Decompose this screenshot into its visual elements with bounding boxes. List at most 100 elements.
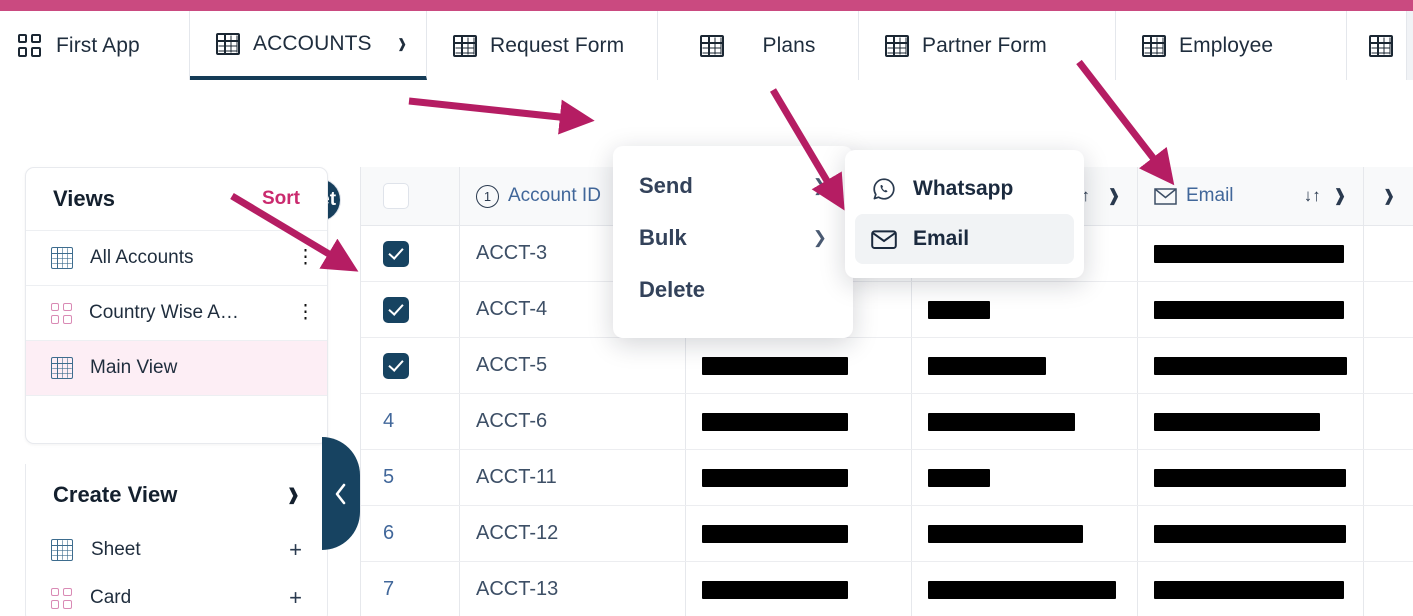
- row-select-cell[interactable]: 4: [361, 394, 460, 449]
- tab-plans[interactable]: Plans: [658, 11, 859, 80]
- cell-col-b[interactable]: [686, 394, 912, 449]
- card-view-icon: [51, 302, 72, 324]
- cell-email[interactable]: [1138, 338, 1364, 393]
- cell-col-e[interactable]: [1364, 394, 1413, 449]
- tab-plans-label: Plans: [762, 33, 816, 57]
- cell-col-e[interactable]: [1364, 562, 1413, 616]
- cell-col-b[interactable]: [686, 506, 912, 561]
- create-view-card[interactable]: Card +: [26, 574, 327, 616]
- menu-item-delete[interactable]: Delete: [613, 264, 853, 316]
- sidebar-item-all-accounts[interactable]: All Accounts ⋮: [26, 231, 327, 286]
- table-icon: [453, 34, 477, 57]
- app-root: First App ACCOUNTS ❱ Request Form Plans …: [0, 0, 1413, 616]
- chevron-down-icon[interactable]: ❱: [1382, 186, 1395, 206]
- row-checkbox[interactable]: [383, 240, 409, 267]
- row-select-cell[interactable]: [361, 226, 460, 281]
- cell-col-e[interactable]: [1364, 338, 1413, 393]
- chevron-down-icon[interactable]: ❱: [1333, 186, 1347, 206]
- select-all-checkbox[interactable]: [383, 183, 409, 209]
- numbered-field-icon: 1: [476, 184, 499, 208]
- cell-email[interactable]: [1138, 562, 1364, 616]
- cell-col-c[interactable]: [912, 338, 1138, 393]
- table-row[interactable]: 7 ACCT-13: [361, 562, 1413, 616]
- redacted-value: [1154, 468, 1346, 487]
- cell-col-c[interactable]: [912, 450, 1138, 505]
- cell-col-e[interactable]: [1364, 282, 1413, 337]
- app-name-label: First App: [56, 33, 140, 57]
- cell-col-e[interactable]: [1364, 450, 1413, 505]
- row-select-cell[interactable]: [361, 282, 460, 337]
- sidebar-item-label: Main View: [90, 357, 178, 378]
- cell-account-id[interactable]: ACCT-6: [460, 394, 686, 449]
- chevron-left-icon: [332, 481, 350, 507]
- grid-col-email[interactable]: Email ↓↑ ❱: [1138, 167, 1364, 225]
- cell-email[interactable]: [1138, 450, 1364, 505]
- chevron-down-icon[interactable]: ❱: [287, 485, 300, 505]
- table-row[interactable]: 5 ACCT-11: [361, 450, 1413, 506]
- tab-request-form[interactable]: Request Form: [427, 11, 658, 80]
- sort-icon[interactable]: ↓↑ ❱: [1304, 186, 1347, 206]
- tab-accounts[interactable]: ACCOUNTS ❱: [190, 11, 427, 80]
- row-checkbox[interactable]: [383, 296, 409, 323]
- cell-col-c[interactable]: [912, 506, 1138, 561]
- tab-partner-form[interactable]: Partner Form: [859, 11, 1116, 80]
- row-number: 4: [383, 410, 395, 432]
- submenu-item-whatsapp[interactable]: Whatsapp: [855, 164, 1074, 214]
- plus-icon[interactable]: +: [289, 537, 302, 563]
- sidebar-item-country-wise[interactable]: Country Wise A… ⋮: [26, 286, 327, 341]
- row-select-cell[interactable]: [361, 338, 460, 393]
- cell-account-id[interactable]: ACCT-12: [460, 506, 686, 561]
- sidebar-item-main-view[interactable]: Main View: [26, 341, 327, 396]
- create-view-title: Create View: [53, 482, 178, 507]
- kebab-menu-icon[interactable]: ⋮: [296, 248, 315, 267]
- tab-next-partial[interactable]: [1347, 11, 1407, 80]
- table-row[interactable]: 4 ACCT-6: [361, 394, 1413, 450]
- plus-icon[interactable]: +: [289, 585, 302, 611]
- table-icon: [700, 34, 725, 57]
- row-select-cell[interactable]: 6: [361, 506, 460, 561]
- redacted-value: [928, 356, 1046, 375]
- redacted-value: [702, 524, 848, 543]
- table-row[interactable]: ACCT-5: [361, 338, 1413, 394]
- kebab-menu-icon[interactable]: ⋮: [296, 303, 315, 322]
- app-tab-bar: First App ACCOUNTS ❱ Request Form Plans …: [0, 11, 1413, 80]
- cell-col-b[interactable]: [686, 450, 912, 505]
- create-view-item-label: Sheet: [91, 539, 141, 560]
- grid-select-all-cell[interactable]: [361, 167, 460, 225]
- menu-item-send[interactable]: Send ❯: [613, 160, 853, 212]
- cell-account-id[interactable]: ACCT-13: [460, 562, 686, 616]
- app-name-tab[interactable]: First App: [0, 11, 190, 80]
- cell-email[interactable]: [1138, 282, 1364, 337]
- cell-col-c[interactable]: [912, 394, 1138, 449]
- cell-col-b[interactable]: [686, 562, 912, 616]
- cell-col-c[interactable]: [912, 282, 1138, 337]
- cell-col-c[interactable]: [912, 562, 1138, 616]
- grid-col-e[interactable]: ❱: [1364, 167, 1413, 225]
- tab-employee[interactable]: Employee: [1116, 11, 1347, 80]
- sort-button[interactable]: Sort: [262, 188, 300, 210]
- row-checkbox[interactable]: [383, 352, 409, 379]
- create-view-header[interactable]: Create View ❱: [26, 464, 327, 526]
- menu-item-bulk[interactable]: Bulk ❯: [613, 212, 853, 264]
- cell-email[interactable]: [1138, 506, 1364, 561]
- grid-col-label: Account ID: [508, 185, 601, 206]
- cell-col-e[interactable]: [1364, 226, 1413, 281]
- cell-col-e[interactable]: [1364, 506, 1413, 561]
- create-view-sheet[interactable]: Sheet +: [26, 526, 327, 574]
- row-select-cell[interactable]: 7: [361, 562, 460, 616]
- create-view-item-label: Card: [90, 587, 132, 608]
- table-row[interactable]: 6 ACCT-12: [361, 506, 1413, 562]
- cell-email[interactable]: [1138, 394, 1364, 449]
- submenu-item-email[interactable]: Email: [855, 214, 1074, 264]
- cell-email[interactable]: [1138, 226, 1364, 281]
- table-row[interactable]: ACCT-4: [361, 282, 1413, 338]
- chevron-down-icon[interactable]: ❱: [1107, 186, 1121, 206]
- envelope-icon: [1154, 187, 1177, 205]
- chevron-down-icon[interactable]: ❱: [397, 36, 408, 52]
- sort-icon[interactable]: ↑ ❱: [1082, 186, 1121, 206]
- sidebar-collapse-handle[interactable]: [322, 437, 360, 550]
- cell-account-id[interactable]: ACCT-5: [460, 338, 686, 393]
- cell-account-id[interactable]: ACCT-11: [460, 450, 686, 505]
- cell-col-b[interactable]: [686, 338, 912, 393]
- row-select-cell[interactable]: 5: [361, 450, 460, 505]
